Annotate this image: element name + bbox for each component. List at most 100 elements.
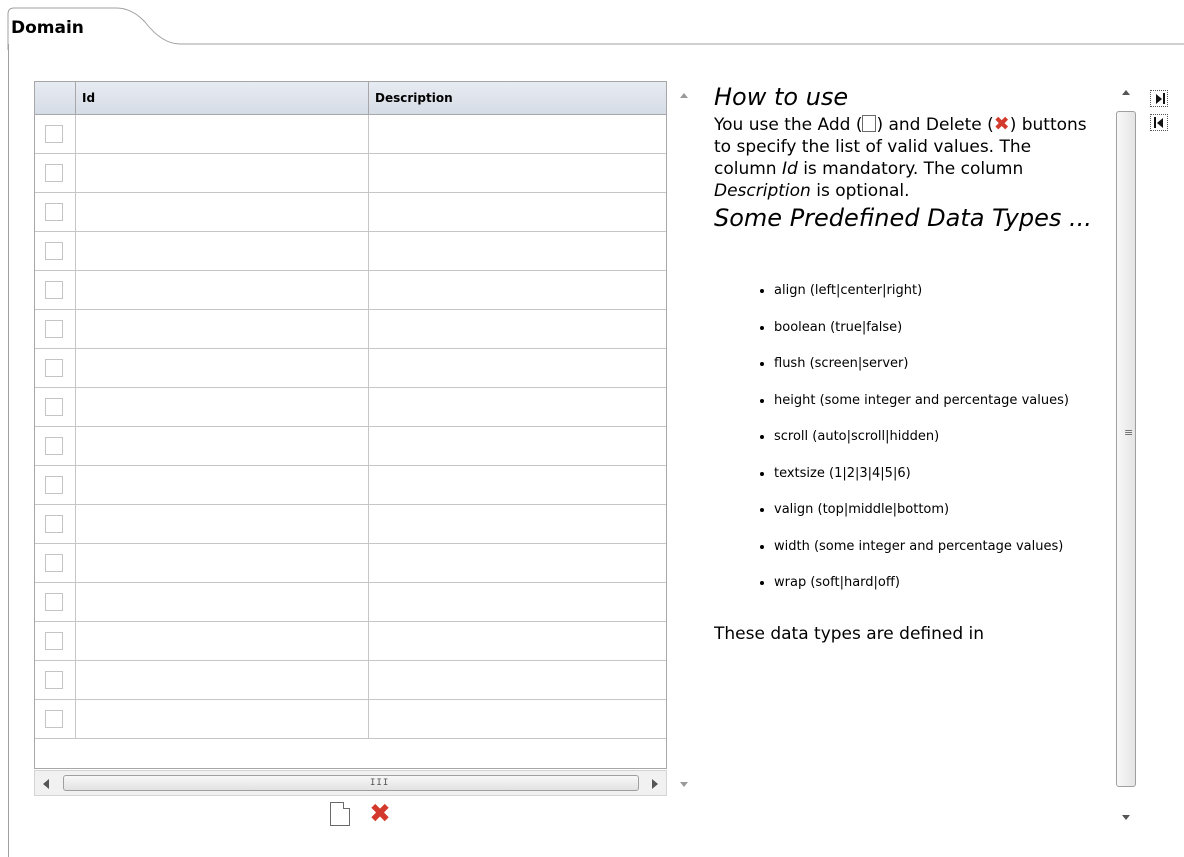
row-checkbox[interactable] xyxy=(45,320,63,338)
data-type-item: width (some integer and percentage value… xyxy=(774,538,1112,557)
table-row[interactable] xyxy=(35,661,666,700)
row-select-cell xyxy=(35,466,76,505)
cell-id[interactable] xyxy=(76,466,369,505)
scroll-left-icon[interactable] xyxy=(43,779,49,789)
table-row[interactable] xyxy=(35,427,666,466)
table-row[interactable] xyxy=(35,583,666,622)
table-row[interactable] xyxy=(35,388,666,427)
cell-description[interactable] xyxy=(369,466,666,505)
table-row[interactable] xyxy=(35,115,666,154)
help-scroll-up-icon[interactable] xyxy=(1122,90,1130,95)
cell-description[interactable] xyxy=(369,310,666,349)
tab-domain[interactable]: Domain xyxy=(11,18,84,38)
cell-description[interactable] xyxy=(369,154,666,193)
table-row[interactable] xyxy=(35,154,666,193)
row-checkbox[interactable] xyxy=(45,398,63,416)
add-document-icon xyxy=(862,115,877,132)
cell-id[interactable] xyxy=(76,583,369,622)
scroll-down-icon[interactable] xyxy=(680,782,688,787)
delete-row-button[interactable]: ✖ xyxy=(365,800,395,828)
table-row[interactable] xyxy=(35,349,666,388)
table-row[interactable] xyxy=(35,544,666,583)
cell-description[interactable] xyxy=(369,583,666,622)
cell-description[interactable] xyxy=(369,388,666,427)
cell-description[interactable] xyxy=(369,544,666,583)
collapse-pane-icon xyxy=(1157,118,1163,128)
cell-description[interactable] xyxy=(369,193,666,232)
table-row[interactable] xyxy=(35,700,666,739)
table-vertical-scrollbar[interactable] xyxy=(673,81,695,799)
row-select-cell xyxy=(35,583,76,622)
cell-description[interactable] xyxy=(369,232,666,271)
cell-id[interactable] xyxy=(76,700,369,739)
cell-id[interactable] xyxy=(76,271,369,310)
data-type-item: scroll (auto|scroll|hidden) xyxy=(774,428,1112,447)
table-row[interactable] xyxy=(35,193,666,232)
cell-id[interactable] xyxy=(76,115,369,154)
row-checkbox[interactable] xyxy=(45,203,63,221)
table-row[interactable] xyxy=(35,622,666,661)
tab-strip: Domain xyxy=(0,0,1184,50)
panel-border xyxy=(8,44,9,857)
data-type-item: flush (screen|server) xyxy=(774,355,1112,374)
row-checkbox[interactable] xyxy=(45,515,63,533)
cell-id[interactable] xyxy=(76,622,369,661)
row-checkbox[interactable] xyxy=(45,593,63,611)
row-select-cell xyxy=(35,622,76,661)
row-checkbox[interactable] xyxy=(45,632,63,650)
scrollbar-thumb[interactable]: III xyxy=(63,775,639,791)
row-checkbox[interactable] xyxy=(45,476,63,494)
cell-description[interactable] xyxy=(369,661,666,700)
help-scroll-down-icon[interactable] xyxy=(1122,815,1130,820)
cell-id[interactable] xyxy=(76,349,369,388)
help-heading-how-to-use: How to use xyxy=(714,83,849,111)
cell-id[interactable] xyxy=(76,505,369,544)
help-vertical-scrollbar[interactable]: ≡ xyxy=(1114,81,1138,829)
row-checkbox[interactable] xyxy=(45,242,63,260)
scroll-right-icon[interactable] xyxy=(652,779,658,789)
table-horizontal-scrollbar[interactable]: III xyxy=(34,770,667,796)
column-header-id[interactable]: Id xyxy=(76,82,369,115)
cell-description[interactable] xyxy=(369,115,666,154)
row-checkbox[interactable] xyxy=(45,437,63,455)
cell-id[interactable] xyxy=(76,544,369,583)
cell-id[interactable] xyxy=(76,661,369,700)
table-row[interactable] xyxy=(35,466,666,505)
add-row-button[interactable] xyxy=(330,802,350,826)
row-checkbox[interactable] xyxy=(45,710,63,728)
cell-description[interactable] xyxy=(369,622,666,661)
help-heading-data-types: Some Predefined Data Types ... xyxy=(714,204,1092,232)
cell-id[interactable] xyxy=(76,232,369,271)
row-select-cell xyxy=(35,427,76,466)
scroll-up-icon[interactable] xyxy=(680,93,688,98)
row-select-cell xyxy=(35,232,76,271)
row-checkbox[interactable] xyxy=(45,554,63,572)
cell-description[interactable] xyxy=(369,505,666,544)
cell-description[interactable] xyxy=(369,271,666,310)
table-row[interactable] xyxy=(35,232,666,271)
cell-description[interactable] xyxy=(369,349,666,388)
row-checkbox[interactable] xyxy=(45,359,63,377)
expand-pane-button[interactable] xyxy=(1150,90,1168,107)
cell-id[interactable] xyxy=(76,193,369,232)
cell-id[interactable] xyxy=(76,310,369,349)
cell-id[interactable] xyxy=(76,388,369,427)
cell-id[interactable] xyxy=(76,154,369,193)
cell-id[interactable] xyxy=(76,427,369,466)
collapse-pane-button[interactable] xyxy=(1150,114,1168,131)
data-type-item: boolean (true|false) xyxy=(774,319,1112,338)
row-checkbox[interactable] xyxy=(45,164,63,182)
table-row[interactable] xyxy=(35,310,666,349)
row-checkbox[interactable] xyxy=(45,125,63,143)
select-all-header xyxy=(35,82,76,115)
row-checkbox[interactable] xyxy=(45,281,63,299)
cell-description[interactable] xyxy=(369,427,666,466)
help-scrollbar-thumb[interactable]: ≡ xyxy=(1116,111,1136,787)
table-row[interactable] xyxy=(35,505,666,544)
row-checkbox[interactable] xyxy=(45,671,63,689)
column-header-description[interactable]: Description xyxy=(369,82,666,115)
cell-description[interactable] xyxy=(369,700,666,739)
table-row[interactable] xyxy=(35,271,666,310)
help-paragraph: You use the Add () and Delete (✖) button… xyxy=(714,113,1087,201)
row-select-cell xyxy=(35,700,76,739)
